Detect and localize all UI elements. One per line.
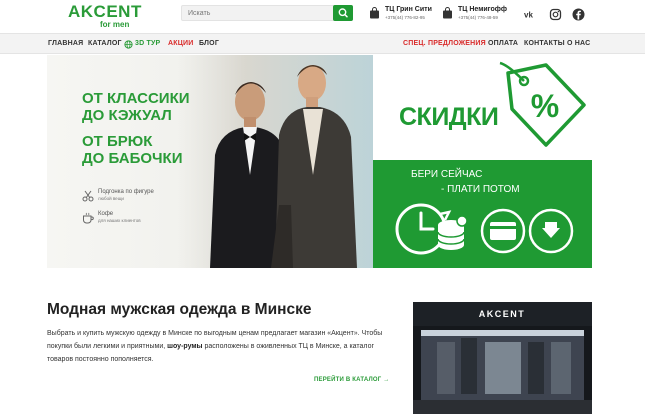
search-button[interactable] [333,5,353,21]
perk-title: Подгонка по фигуре [98,189,154,195]
coins-icon [437,215,468,250]
scissors-icon [82,190,94,202]
banner-right-panel: % СКИДКИ БЕРИ СЕЙЧАС - ПЛАТИ ПОТОМ [373,55,592,268]
svg-text:vk: vk [524,11,533,20]
go-to-catalog-link[interactable]: ПЕРЕЙТИ В КАТАЛОГ → [314,377,389,383]
perk-subtitle: для наших клиентов [98,218,141,223]
search-input[interactable] [182,6,332,20]
shopping-bag-icon [443,7,452,19]
showroom-link[interactable]: шоу-румы [167,343,202,350]
slogan-line-4: ДО БАБОЧКИ [82,150,183,167]
about-title: Модная мужская одежда в Минске [47,301,312,318]
installment-panel: БЕРИ СЕЙЧАС - ПЛАТИ ПОТОМ [373,160,592,268]
nav-item-about[interactable]: О НАС [567,40,590,47]
search-box [181,5,353,21]
slogan-line-2: ДО КЭЖУАЛ [82,107,172,124]
storefront-illustration: AKCENT [413,302,592,414]
sale-panel: % СКИДКИ [373,55,592,160]
store-phone[interactable]: +375(44) 776-48-59 [458,15,498,20]
instagram-icon[interactable] [549,8,562,21]
sale-tag-icon: % [499,61,586,147]
nav-item-3d-tour[interactable]: 3D ТУР [135,40,160,47]
store-phone[interactable]: +375(44) 776-82-95 [385,15,425,20]
nav-item-blog[interactable]: БЛОГ [199,40,219,47]
shopping-bag-icon [370,7,379,19]
nav-item-home[interactable]: ГЛАВНАЯ [48,40,83,47]
slogan-line-3: ОТ БРЮК [82,133,153,150]
perk-title: Кофе [98,211,114,217]
nav-item-contacts[interactable]: КОНТАКТЫ [524,40,565,47]
search-icon [338,8,348,18]
main-nav: ГЛАВНАЯ КАТАЛОГ 3D ТУР АКЦИИ БЛОГ СПЕЦ. … [0,33,645,54]
about-text: Выбрать и купить мужскую одежду в Минске… [47,327,387,366]
promo-banner[interactable]: ОТ КЛАССИКИ ДО КЭЖУАЛ ОТ БРЮК ДО БАБОЧКИ… [47,55,592,268]
top-header: AKCENT for men ТЦ Грин Сити +375(44) 776… [0,0,645,32]
store-name: ТЦ Немигофф [458,6,508,13]
nav-item-promotions[interactable]: АКЦИИ [168,40,194,47]
take-now-text: БЕРИ СЕЙЧАС [411,169,483,180]
vk-icon[interactable]: vk [522,8,535,21]
perk-subtitle: любой вещи [98,196,124,201]
svg-text:%: % [531,88,559,124]
nav-item-payment[interactable]: ОПЛАТА [488,40,518,47]
coffee-cup-icon [83,212,94,224]
slogan-line-1: ОТ КЛАССИКИ [82,90,190,107]
storefront-sign: AKCENT [479,309,526,319]
store-name: ТЦ Грин Сити [385,6,432,13]
pay-later-text: - ПЛАТИ ПОТОМ [441,184,520,195]
sale-heading: СКИДКИ [399,103,499,131]
logo-main-text: AKCENT [68,2,142,21]
3d-tour-icon [124,40,133,49]
logo-sub-text: for men [100,20,130,29]
banner-left-panel: ОТ КЛАССИКИ ДО КЭЖУАЛ ОТ БРЮК ДО БАБОЧКИ… [47,55,375,268]
thumbs-up-icon [528,208,574,254]
card-icon [480,208,526,254]
logo[interactable]: AKCENT for men [68,3,142,31]
models-image [175,55,375,268]
storefront-image: AKCENT [413,302,592,414]
nav-item-catalog[interactable]: КАТАЛОГ [88,40,122,47]
nav-item-special-offers[interactable]: СПЕЦ. ПРЕДЛОЖЕНИЯ [403,40,486,47]
facebook-icon[interactable] [572,8,585,21]
